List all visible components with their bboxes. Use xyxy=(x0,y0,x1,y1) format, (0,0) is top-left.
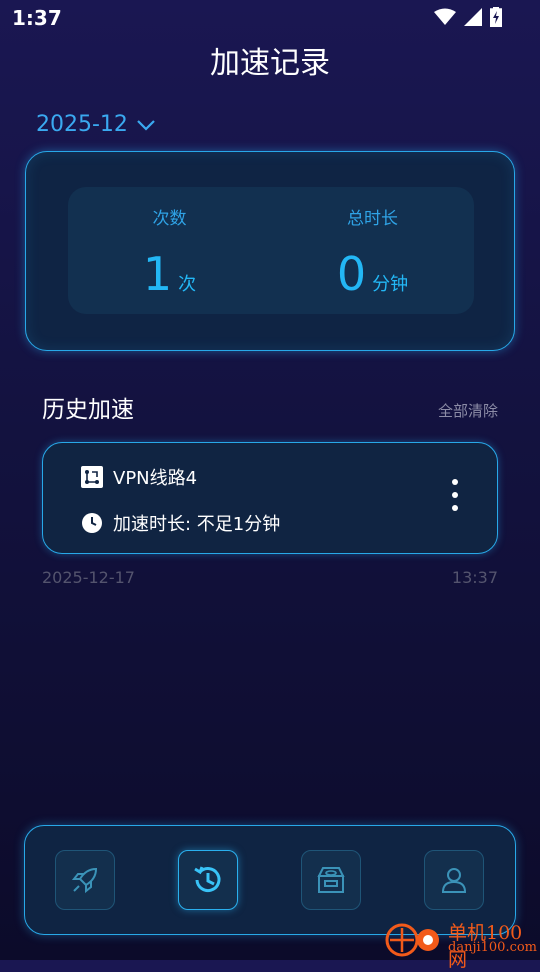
record-date: 2025-12-17 xyxy=(42,568,135,587)
battery-charging-icon xyxy=(490,7,502,27)
nav-accelerate-button[interactable] xyxy=(55,850,115,910)
record-duration: 加速时长: 不足1分钟 xyxy=(81,510,280,536)
nav-profile-button[interactable] xyxy=(424,850,484,910)
history-record-card[interactable]: VPN线路4 加速时长: 不足1分钟 xyxy=(42,442,498,554)
record-line-label: VPN线路4 xyxy=(113,468,198,489)
status-icons xyxy=(434,7,502,27)
watermark-logo-icon xyxy=(385,923,439,957)
record-line-name: VPN线路4 xyxy=(81,464,197,490)
rocket-icon xyxy=(71,867,98,894)
stats-panel: 次数 1次 总时长 0 分钟 xyxy=(68,187,474,314)
duration-label: 总时长 xyxy=(347,209,398,229)
count-unit: 次 xyxy=(178,274,197,295)
count-value-row: 1次 xyxy=(68,247,271,301)
record-time: 13:37 xyxy=(451,568,498,587)
watermark-text-secondary: danji100.com xyxy=(448,940,538,955)
profile-icon xyxy=(441,868,467,893)
stats-card: 次数 1次 总时长 0 分钟 xyxy=(25,151,515,351)
box-icon xyxy=(317,867,345,893)
chevron-down-icon xyxy=(137,119,155,131)
month-selector[interactable]: 2025-12 xyxy=(36,112,156,137)
nav-history-button[interactable] xyxy=(178,850,238,910)
duration-value-row: 0 分钟 xyxy=(271,247,474,301)
route-icon xyxy=(81,466,103,488)
status-bar: 1:37 xyxy=(0,0,540,36)
count-stat: 次数 1次 xyxy=(68,187,271,314)
duration-value: 0 xyxy=(336,247,367,301)
page-title: 加速记录 xyxy=(210,46,330,81)
clock-icon xyxy=(82,513,102,533)
more-options-icon[interactable] xyxy=(449,479,461,517)
history-icon xyxy=(194,866,221,893)
count-value: 1 xyxy=(142,247,173,301)
watermark: 单机100网 danji100.com xyxy=(384,916,538,971)
history-title: 历史加速 xyxy=(42,397,134,423)
nav-box-button[interactable] xyxy=(301,850,361,910)
duration-unit: 分钟 xyxy=(372,274,409,295)
wifi-icon xyxy=(434,8,456,25)
count-label: 次数 xyxy=(152,209,187,229)
month-value: 2025-12 xyxy=(36,112,128,137)
signal-icon xyxy=(464,8,482,26)
clear-all-button[interactable]: 全部清除 xyxy=(438,400,498,421)
status-time: 1:37 xyxy=(12,6,62,30)
record-duration-label: 加速时长: 不足1分钟 xyxy=(113,514,281,535)
duration-stat: 总时长 0 分钟 xyxy=(271,187,474,314)
